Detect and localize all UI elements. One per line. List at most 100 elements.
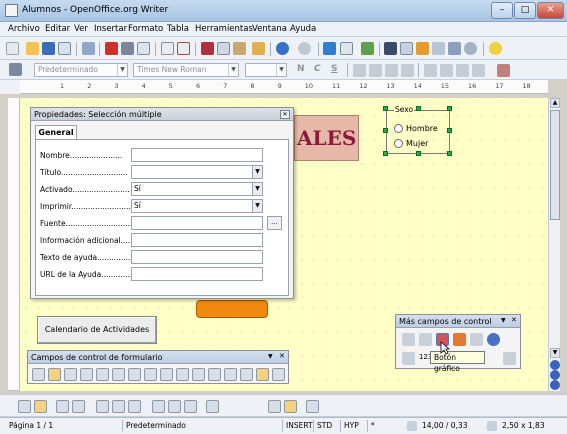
orange-shape[interactable] bbox=[196, 300, 268, 318]
option-button-icon[interactable] bbox=[160, 368, 173, 381]
control-properties-icon[interactable] bbox=[56, 400, 69, 413]
format-paintbrush-icon[interactable] bbox=[252, 42, 265, 55]
fuente-browse-button[interactable]: ... bbox=[267, 216, 282, 230]
show-draw-functions-icon[interactable] bbox=[361, 42, 374, 55]
group-box-icon[interactable] bbox=[272, 368, 285, 381]
gallery-icon[interactable] bbox=[416, 42, 429, 55]
checkbox-icon[interactable] bbox=[96, 368, 109, 381]
undo-icon[interactable] bbox=[276, 42, 289, 55]
align-left-icon[interactable] bbox=[353, 64, 366, 77]
close-icon[interactable]: ✕ bbox=[279, 352, 285, 360]
pattern-field-icon[interactable] bbox=[402, 352, 415, 365]
group-box[interactable]: Sexo Hombre Mujer bbox=[386, 105, 450, 154]
list-box-icon[interactable] bbox=[176, 368, 189, 381]
page-style[interactable]: Predeterminado bbox=[122, 420, 282, 432]
horizontal-ruler[interactable]: 1 2 3 4 5 6 7 8 9 10 11 12 13 14 15 16 17 18 bbox=[20, 80, 548, 94]
menu-herramientas[interactable]: Herramientas bbox=[195, 24, 253, 34]
menu-editar[interactable]: Editar bbox=[45, 24, 70, 34]
chevron-down-icon[interactable]: ▼ bbox=[501, 317, 506, 324]
wrap-icon[interactable] bbox=[206, 400, 219, 413]
auto-control-focus-icon[interactable] bbox=[152, 400, 165, 413]
design-toggle-icon[interactable] bbox=[256, 368, 269, 381]
menu-ayuda[interactable]: Ayuda bbox=[290, 24, 316, 34]
info-adicional-field[interactable] bbox=[131, 233, 263, 247]
properties-dialog-title[interactable]: Propiedades: Selección múltiple bbox=[31, 108, 293, 121]
scroll-thumb[interactable] bbox=[550, 110, 560, 220]
selection-handle[interactable] bbox=[383, 151, 388, 156]
form-design-icon[interactable] bbox=[80, 368, 93, 381]
zoom-icon[interactable] bbox=[464, 42, 477, 55]
scroll-down-button[interactable]: ▼ bbox=[550, 348, 560, 358]
selection-handle[interactable] bbox=[447, 128, 452, 133]
selection-handle[interactable] bbox=[383, 106, 388, 111]
file-selection-icon[interactable] bbox=[470, 333, 483, 346]
activado-select[interactable]: Sí ▼ bbox=[131, 182, 263, 196]
open-icon[interactable] bbox=[26, 42, 39, 55]
form-properties-icon[interactable] bbox=[72, 400, 85, 413]
combo-box-icon[interactable] bbox=[192, 368, 205, 381]
email-icon[interactable] bbox=[58, 42, 71, 55]
redo-icon[interactable] bbox=[298, 42, 311, 55]
find-replace-icon[interactable] bbox=[384, 42, 397, 55]
select-tool-icon[interactable] bbox=[18, 400, 31, 413]
chevron-down-icon[interactable]: ▼ bbox=[268, 353, 273, 360]
design-mode-icon[interactable] bbox=[48, 368, 61, 381]
vertical-ruler[interactable] bbox=[8, 98, 20, 391]
align-right-icon[interactable] bbox=[385, 64, 398, 77]
image-control-icon[interactable] bbox=[453, 333, 466, 346]
position-size-icon[interactable] bbox=[168, 400, 181, 413]
select-icon[interactable] bbox=[32, 368, 45, 381]
menu-archivo[interactable]: Archivo bbox=[8, 24, 40, 34]
push-button-icon[interactable] bbox=[144, 368, 157, 381]
url-ayuda-field[interactable] bbox=[131, 267, 263, 281]
menu-insertar[interactable]: Insertar bbox=[94, 24, 127, 34]
date-field-icon[interactable] bbox=[402, 333, 415, 346]
titulo-field[interactable]: ▼ bbox=[131, 165, 263, 179]
tab-order-icon[interactable] bbox=[96, 400, 109, 413]
texto-ayuda-field[interactable] bbox=[131, 250, 263, 264]
more-controls-icon[interactable] bbox=[224, 368, 237, 381]
formatted-field-icon[interactable] bbox=[128, 368, 141, 381]
font-color-icon[interactable] bbox=[497, 64, 510, 77]
form-controls-title[interactable]: Campos de control de formulario bbox=[28, 351, 288, 364]
styles-formatting-icon[interactable] bbox=[9, 63, 22, 76]
label-field-icon[interactable] bbox=[208, 368, 221, 381]
data-sources-icon[interactable] bbox=[432, 42, 445, 55]
send-backward-icon[interactable] bbox=[284, 400, 297, 413]
spellcheck-icon[interactable] bbox=[161, 42, 174, 55]
scroll-up-button[interactable]: ▲ bbox=[550, 98, 560, 108]
hyperlink-icon[interactable] bbox=[323, 42, 336, 55]
group-icon[interactable] bbox=[306, 400, 319, 413]
navigation-icon[interactable] bbox=[550, 370, 560, 380]
save-icon[interactable] bbox=[42, 42, 55, 55]
menu-formato[interactable]: Formato bbox=[128, 24, 163, 34]
fuente-field[interactable] bbox=[131, 216, 263, 230]
page-down-icon[interactable] bbox=[550, 380, 560, 390]
navigator-icon[interactable] bbox=[400, 42, 413, 55]
selection-handle[interactable] bbox=[447, 106, 452, 111]
control-wizards-icon[interactable] bbox=[64, 368, 77, 381]
font-size-combo[interactable]: ▼ bbox=[245, 63, 287, 77]
help-icon[interactable] bbox=[489, 42, 502, 55]
selection-handle[interactable] bbox=[383, 128, 388, 133]
form-navigator-icon[interactable] bbox=[240, 368, 253, 381]
design-mode-icon[interactable] bbox=[34, 400, 47, 413]
close-icon[interactable]: ✕ bbox=[280, 110, 290, 119]
close-button[interactable]: ✕ bbox=[537, 2, 564, 19]
menu-ver[interactable]: Ver bbox=[74, 24, 88, 34]
bring-forward-icon[interactable] bbox=[268, 400, 281, 413]
radio-mujer[interactable] bbox=[394, 139, 403, 148]
copy-icon[interactable] bbox=[217, 42, 230, 55]
tab-general[interactable]: General bbox=[35, 125, 77, 139]
autospellcheck-icon[interactable] bbox=[177, 42, 190, 55]
add-field-icon[interactable] bbox=[112, 400, 125, 413]
paste-icon[interactable] bbox=[233, 42, 246, 55]
cut-icon[interactable] bbox=[201, 42, 214, 55]
text-box-icon[interactable] bbox=[112, 368, 125, 381]
selection-handle[interactable] bbox=[416, 106, 421, 111]
insert-mode[interactable]: INSERT bbox=[282, 420, 313, 432]
hyperlink-mode[interactable]: HYP bbox=[340, 420, 359, 432]
pdf-icon[interactable] bbox=[105, 42, 118, 55]
page-up-icon[interactable] bbox=[550, 360, 560, 370]
justify-icon[interactable] bbox=[401, 64, 414, 77]
